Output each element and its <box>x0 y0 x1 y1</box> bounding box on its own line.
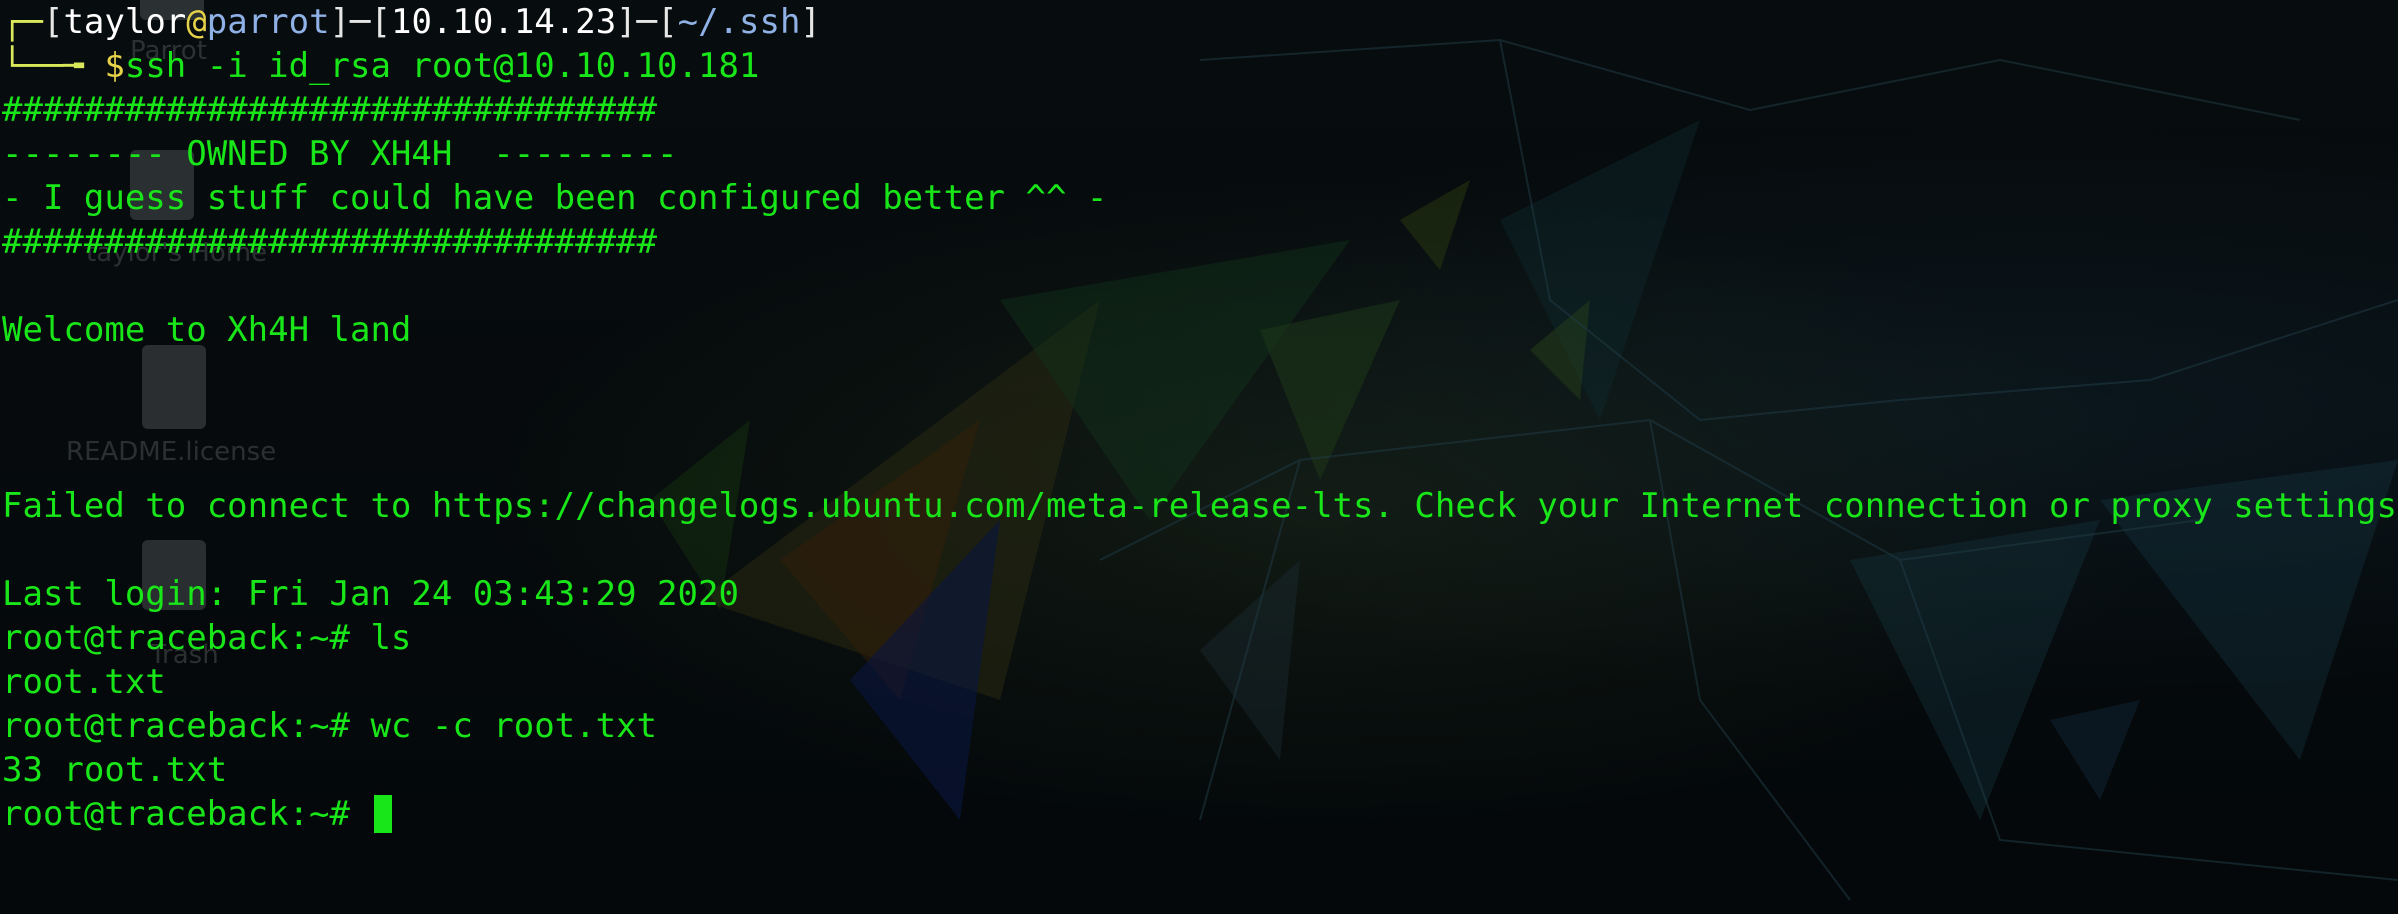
prompt-cwd: ~/.ssh <box>677 2 801 42</box>
last-login-line: Last login: Fri Jan 24 03:43:29 2020 <box>2 574 739 614</box>
prompt-corner: └──╼ <box>2 46 105 86</box>
prompt-line-command: └──╼ $ssh -i id_rsa root@10.10.10.181 <box>0 44 2398 88</box>
prompt-corner: ┌─ <box>2 2 43 42</box>
failed-connect-line: Failed to connect to https://changelogs.… <box>2 486 2397 526</box>
banner-guess-line: - I guess stuff could have been configur… <box>2 178 1108 218</box>
ls-output-line: root.txt <box>2 662 166 702</box>
prompt-dollar: $ <box>104 46 125 86</box>
root-prompt: root@traceback:~# <box>2 794 371 834</box>
banner-hash-line: ################################ <box>2 222 658 262</box>
terminal-cursor[interactable] <box>374 795 393 833</box>
desktop-screen: Parrot taylor's Home README.license Tras… <box>0 0 2398 914</box>
ls-command-line: root@traceback:~# ls <box>2 618 412 658</box>
wc-output-line: 33 root.txt <box>2 750 228 790</box>
terminal-output[interactable]: ┌─[taylor@parrot]─[10.10.14.23]─[~/.ssh]… <box>0 0 2398 914</box>
prompt-user: taylor <box>63 2 187 42</box>
wc-command-line: root@traceback:~# wc -c root.txt <box>2 706 658 746</box>
prompt-ip: 10.10.14.23 <box>391 2 617 42</box>
final-prompt-line[interactable]: root@traceback:~# <box>0 792 2398 836</box>
ssh-command: ssh -i id_rsa root@10.10.10.181 <box>124 46 760 86</box>
prompt-host: parrot <box>206 2 330 42</box>
banner-hash-line: ################################ <box>2 90 658 130</box>
welcome-line: Welcome to Xh4H land <box>2 310 412 350</box>
prompt-line-top: ┌─[taylor@parrot]─[10.10.14.23]─[~/.ssh] <box>2 2 821 42</box>
prompt-at: @ <box>186 2 207 42</box>
banner-owned-line: -------- OWNED BY XH4H --------- <box>2 134 678 174</box>
